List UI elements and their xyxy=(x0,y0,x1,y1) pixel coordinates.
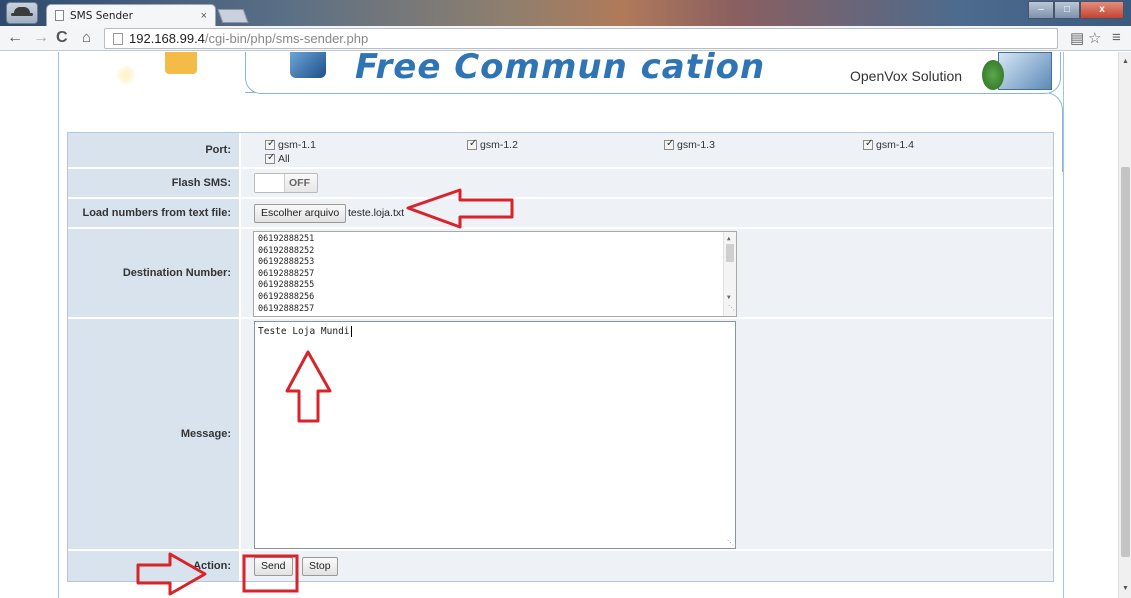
annotation-layer xyxy=(136,188,514,596)
send-highlight-box xyxy=(242,554,299,593)
right-arrow-annotation-icon xyxy=(136,552,207,596)
up-arrow-annotation-icon xyxy=(285,350,332,423)
left-arrow-annotation-icon xyxy=(406,188,514,229)
